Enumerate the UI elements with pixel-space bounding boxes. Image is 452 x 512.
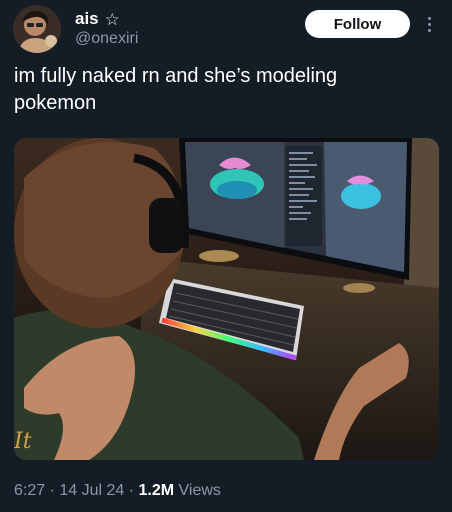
tweet-meta: 6:27 · 14 Jul 24 · 1.2M Views bbox=[14, 482, 221, 500]
meta-separator: · bbox=[124, 482, 139, 499]
follow-button[interactable]: Follow bbox=[305, 10, 410, 38]
tweet-text: im fully naked rn and she’s modeling pok… bbox=[14, 65, 338, 114]
avatar[interactable] bbox=[13, 5, 61, 53]
more-options-icon[interactable] bbox=[422, 12, 436, 36]
tweet-photo[interactable]: It bbox=[14, 138, 439, 460]
views-label: Views bbox=[174, 482, 221, 499]
author-name-row: ais ☆ bbox=[75, 9, 120, 29]
author-handle[interactable]: @onexiri bbox=[75, 30, 138, 48]
tweet-card: ais ☆ @onexiri Follow im fully naked rn … bbox=[0, 0, 452, 512]
photo-pokemon-modeling-setup: It bbox=[14, 138, 439, 460]
svg-text:It: It bbox=[14, 429, 32, 454]
star-outline-icon: ☆ bbox=[104, 9, 120, 29]
avatar-image bbox=[13, 5, 61, 53]
author-display-name[interactable]: ais bbox=[75, 9, 99, 29]
views-count[interactable]: 1.2M bbox=[139, 482, 175, 499]
tweet-date[interactable]: 14 Jul 24 bbox=[59, 482, 124, 499]
meta-separator: · bbox=[45, 482, 60, 499]
tweet-time[interactable]: 6:27 bbox=[14, 482, 45, 499]
